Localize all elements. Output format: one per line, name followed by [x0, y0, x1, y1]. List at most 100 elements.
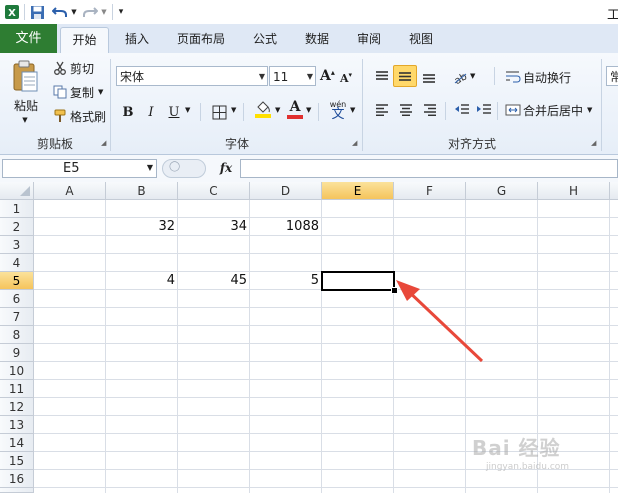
font-size-combo[interactable]: 11 ▼ — [269, 66, 316, 86]
merge-dropdown-icon[interactable]: ▼ — [587, 106, 592, 114]
align-bottom-icon[interactable] — [419, 67, 439, 87]
column-header-i[interactable] — [610, 182, 618, 200]
row-header-16[interactable]: 16 — [0, 470, 34, 488]
formula-input[interactable] — [240, 159, 618, 178]
phonetic-dropdown-icon[interactable]: ▼ — [350, 106, 355, 114]
row-header-8[interactable]: 8 — [0, 326, 34, 344]
ribbon-home: 粘贴 ▼ 剪切 复制 ▼ 格式刷 剪贴板 ◢ 宋体 ▼ 11 ▼ A ▴ A ▾ B… — [0, 53, 618, 155]
borders-icon[interactable] — [210, 102, 228, 122]
cell-c5[interactable]: 45 — [178, 272, 250, 290]
column-header-f[interactable]: F — [394, 182, 466, 200]
merge-center-button[interactable]: 合并后居中 ▼ — [503, 100, 592, 120]
align-left-icon[interactable] — [372, 100, 392, 120]
underline-button[interactable]: U — [166, 102, 182, 122]
cell-d5[interactable]: 5 — [250, 272, 322, 290]
column-header-e[interactable]: E — [322, 182, 394, 200]
row-header-17[interactable] — [0, 488, 34, 493]
tab-view[interactable]: 视图 — [402, 28, 440, 50]
undo-dropdown-icon[interactable]: ▼ — [70, 3, 78, 21]
align-right-icon[interactable] — [420, 100, 440, 120]
increase-indent-icon[interactable] — [474, 100, 494, 120]
format-painter-label: 格式刷 — [70, 109, 107, 124]
tab-formulas[interactable]: 公式 — [246, 28, 284, 50]
cut-button[interactable]: 剪切 — [50, 59, 94, 77]
orientation-dropdown-icon[interactable]: ▼ — [470, 72, 475, 80]
underline-dropdown-icon[interactable]: ▼ — [185, 106, 190, 114]
bold-button[interactable]: B — [120, 102, 136, 122]
font-name-combo[interactable]: 宋体 ▼ — [116, 66, 268, 86]
row-header-11[interactable]: 11 — [0, 380, 34, 398]
row-header-9[interactable]: 9 — [0, 344, 34, 362]
row-header-3[interactable]: 3 — [0, 236, 34, 254]
format-painter-button[interactable]: 格式刷 — [50, 107, 106, 125]
clipboard-launcher-icon[interactable]: ◢ — [101, 139, 109, 147]
copy-dropdown-icon[interactable]: ▼ — [98, 88, 103, 96]
alignment-launcher-icon[interactable]: ◢ — [591, 139, 599, 147]
undo-icon[interactable] — [50, 3, 70, 21]
row-header-14[interactable]: 14 — [0, 434, 34, 452]
shrink-font-icon[interactable]: A ▾ — [340, 68, 356, 88]
grow-font-icon[interactable]: A ▴ — [320, 66, 336, 86]
fill-color-icon[interactable] — [253, 100, 273, 122]
decrease-indent-icon[interactable] — [452, 100, 472, 120]
row-header-6[interactable]: 6 — [0, 290, 34, 308]
font-name-dropdown-icon[interactable]: ▼ — [259, 67, 265, 87]
save-icon[interactable] — [28, 3, 46, 21]
tab-page-layout[interactable]: 页面布局 — [170, 28, 232, 50]
row-header-5[interactable]: 5 — [0, 272, 34, 290]
row-header-2[interactable]: 2 — [0, 218, 34, 236]
cell-d2[interactable]: 1088 — [250, 218, 322, 236]
tab-data[interactable]: 数据 — [298, 28, 336, 50]
column-header-b[interactable]: B — [106, 182, 178, 200]
row-header-13[interactable]: 13 — [0, 416, 34, 434]
cell-b2[interactable]: 32 — [106, 218, 178, 236]
row-header-10[interactable]: 10 — [0, 362, 34, 380]
formula-expand-handle[interactable]: ◯ — [162, 159, 206, 178]
tab-review[interactable]: 审阅 — [350, 28, 388, 50]
fill-color-dropdown-icon[interactable]: ▼ — [275, 106, 280, 114]
align-center-icon[interactable] — [396, 100, 416, 120]
column-header-h[interactable]: H — [538, 182, 610, 200]
font-size-dropdown-icon[interactable]: ▼ — [307, 67, 313, 87]
select-all-corner[interactable] — [0, 182, 34, 200]
row-header-4[interactable]: 4 — [0, 254, 34, 272]
worksheet-grid[interactable]: A B C D E F G H 1 2 3 4 5 6 7 8 9 10 11 … — [0, 182, 618, 493]
column-header-c[interactable]: C — [178, 182, 250, 200]
row-header-12[interactable]: 12 — [0, 398, 34, 416]
align-top-icon[interactable] — [372, 67, 392, 87]
cell-c2[interactable]: 34 — [178, 218, 250, 236]
paste-button[interactable]: 粘贴 — [11, 97, 41, 113]
borders-dropdown-icon[interactable]: ▼ — [231, 106, 236, 114]
tab-file[interactable]: 文件 — [0, 24, 57, 53]
tab-home[interactable]: 开始 — [60, 27, 109, 54]
wrap-text-button[interactable]: 自动换行 — [503, 67, 571, 87]
row-header-1[interactable]: 1 — [0, 200, 34, 218]
row-header-7[interactable]: 7 — [0, 308, 34, 326]
font-launcher-icon[interactable]: ◢ — [352, 139, 360, 147]
tab-insert[interactable]: 插入 — [118, 28, 156, 50]
paste-icon[interactable] — [8, 57, 42, 97]
number-format-combo[interactable]: 常 — [606, 66, 618, 86]
redo-dropdown-icon[interactable]: ▼ — [100, 3, 108, 21]
insert-function-button[interactable]: fx — [215, 159, 237, 178]
font-color-icon[interactable]: A — [286, 100, 304, 122]
cut-label: 剪切 — [70, 61, 95, 76]
paste-dropdown-icon[interactable]: ▼ — [20, 115, 30, 125]
copy-button[interactable]: 复制 ▼ — [50, 83, 103, 101]
column-header-d[interactable]: D — [250, 182, 322, 200]
name-box-dropdown-icon[interactable]: ▼ — [147, 163, 153, 172]
active-cell-e5[interactable] — [321, 271, 395, 291]
name-box[interactable]: E5 ▼ — [2, 159, 157, 178]
cell-b5[interactable]: 4 — [106, 272, 178, 290]
redo-icon[interactable] — [80, 3, 100, 21]
orientation-icon[interactable]: ab — [450, 67, 470, 87]
customize-qat-icon[interactable]: ▾ — [115, 3, 127, 21]
italic-button[interactable]: I — [143, 102, 159, 122]
column-header-a[interactable]: A — [34, 182, 106, 200]
row-header-15[interactable]: 15 — [0, 452, 34, 470]
excel-logo-icon[interactable]: X — [3, 3, 21, 21]
font-color-dropdown-icon[interactable]: ▼ — [306, 106, 311, 114]
column-header-g[interactable]: G — [466, 182, 538, 200]
phonetic-guide-icon[interactable]: wén 文 — [328, 100, 348, 124]
align-middle-icon[interactable] — [393, 65, 417, 87]
